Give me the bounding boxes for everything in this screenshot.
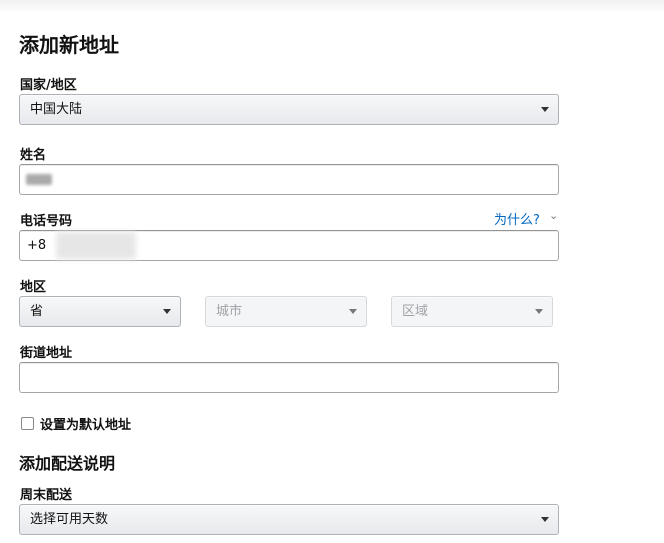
street-label: 街道地址 bbox=[20, 346, 73, 361]
name-label: 姓名 bbox=[20, 148, 47, 163]
city-select[interactable]: 城市 bbox=[205, 296, 367, 327]
district-select[interactable]: 区域 bbox=[391, 296, 553, 327]
province-select[interactable]: 省 bbox=[19, 296, 181, 327]
redacted-name bbox=[26, 174, 52, 185]
country-select[interactable]: 中国大陆 bbox=[19, 94, 559, 125]
chevron-down-icon[interactable]: ⌄ bbox=[549, 209, 558, 222]
phone-prefix: +8 bbox=[27, 238, 47, 253]
top-shadow bbox=[0, 0, 664, 14]
chevron-down-icon bbox=[535, 309, 543, 314]
page-title: 添加新地址 bbox=[19, 33, 119, 57]
why-link[interactable]: 为什么? bbox=[494, 209, 540, 228]
city-value: 城市 bbox=[216, 304, 243, 319]
country-label: 国家/地区 bbox=[20, 78, 77, 93]
weekend-delivery-label: 周末配送 bbox=[20, 488, 73, 503]
weekend-delivery-select[interactable]: 选择可用天数 bbox=[19, 504, 559, 535]
region-label: 地区 bbox=[20, 280, 47, 295]
chevron-down-icon bbox=[349, 309, 357, 314]
district-value: 区域 bbox=[402, 304, 429, 319]
default-address-label[interactable]: 设置为默认地址 bbox=[40, 414, 131, 433]
weekend-delivery-value: 选择可用天数 bbox=[30, 512, 109, 527]
chevron-down-icon bbox=[541, 517, 549, 522]
province-value: 省 bbox=[30, 304, 44, 319]
name-input[interactable] bbox=[19, 164, 559, 195]
default-address-checkbox[interactable] bbox=[21, 417, 34, 430]
country-selected-value: 中国大陆 bbox=[30, 102, 83, 117]
chevron-down-icon bbox=[163, 309, 171, 314]
street-input[interactable] bbox=[19, 362, 559, 393]
phone-label: 电话号码 bbox=[20, 214, 73, 229]
chevron-down-icon bbox=[541, 107, 549, 112]
default-address-row[interactable]: 设置为默认地址 bbox=[21, 414, 131, 433]
delivery-section-title: 添加配送说明 bbox=[19, 454, 116, 473]
redacted-phone bbox=[56, 232, 136, 259]
